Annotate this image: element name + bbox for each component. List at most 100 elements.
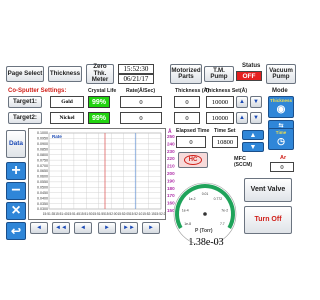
status-label: Status: [242, 63, 261, 69]
y-tick-label: 0.0900: [37, 142, 48, 146]
y-tick-label: 0.1000: [37, 131, 48, 135]
date-display: 06/21/17: [118, 74, 154, 84]
chart-next-button[interactable]: ►: [98, 222, 116, 234]
person-icon: ◉: [276, 104, 286, 115]
up-arrow-icon: ▲: [239, 99, 245, 105]
target1-crystal-life: 99%: [88, 96, 110, 108]
thickness-button[interactable]: Thickness: [48, 66, 82, 82]
up-arrow-icon: ▲: [249, 131, 257, 139]
y-tick-label: 0.0850: [37, 147, 48, 151]
thickness-set-header: Thickness Set(Å): [205, 88, 248, 94]
time-set-label: Time Set: [214, 128, 236, 134]
elapsed-time-value: 0: [176, 136, 206, 148]
y-tick-label: 0.0950: [37, 137, 48, 141]
time-down-button[interactable]: ▼: [242, 142, 264, 152]
rate-chart[interactable]: 0.1000 0.0950 0.0900 0.0850 0.0800 0.0750 0.07…: [28, 128, 166, 220]
time-set-value[interactable]: 10800: [212, 136, 238, 148]
chart-ff-button[interactable]: ►►: [120, 222, 138, 234]
next-icon: ►: [104, 225, 110, 231]
rewind-icon: ◄◄: [55, 225, 67, 231]
minus-icon: −: [11, 182, 21, 199]
x-tick-label: 15:51:40: [55, 212, 68, 216]
zoom-in-button[interactable]: +: [6, 162, 26, 180]
elapsed-time-label: Elapsed Time: [176, 128, 210, 134]
target2-material: Nickel: [50, 112, 84, 124]
fast-forward-icon: ►►: [123, 225, 135, 231]
pump-status-badge: OFF: [236, 71, 262, 81]
y-tick-label: 0.0800: [37, 153, 48, 157]
tm-pump-button[interactable]: T.M. Pump: [204, 66, 234, 82]
x-tick-label: 15:52:05: [117, 212, 130, 216]
chart-first-button[interactable]: ◄: [30, 222, 48, 234]
vacuum-pump-button[interactable]: Vacuum Pump: [266, 64, 296, 84]
x-tick-label: 15:52:20: [155, 212, 165, 216]
time-mode-button[interactable]: Time ◷: [268, 128, 294, 150]
up-arrow-icon: ▲: [239, 115, 245, 121]
y-tick-label: 0.0600: [37, 175, 48, 179]
first-icon: ◄: [36, 225, 42, 231]
chart-last-button[interactable]: ►: [142, 222, 160, 234]
gauge-tick-label: 1e-4: [182, 209, 189, 213]
time-up-button[interactable]: ▲: [242, 130, 264, 140]
ar-flow-value[interactable]: 0: [270, 162, 294, 172]
gauge-tick-label: 0.01: [202, 192, 209, 196]
chart-svg: 0.1000 0.09500.09000.0850 0.08000.0750 0.07…: [37, 131, 165, 216]
target1-material: Gold: [50, 96, 84, 108]
motorized-parts-button[interactable]: Motorized Parts: [170, 64, 202, 84]
gauge-tick-label: 7e-2: [221, 209, 228, 213]
hc-label: HC: [183, 154, 203, 166]
down-arrow-icon: ▼: [253, 115, 259, 121]
x-tick-label: 15:51:55: [93, 212, 106, 216]
x-tick-label: 15:52:00: [105, 212, 118, 216]
target2-crystal-life: 99%: [88, 112, 110, 124]
target2-button[interactable]: Target2:: [8, 112, 42, 124]
clear-button[interactable]: ×: [6, 202, 26, 220]
target1-button[interactable]: Target1:: [8, 96, 42, 108]
y-tick-label: 0.0700: [37, 164, 48, 168]
y2-tick-label: 250: [167, 134, 175, 139]
y-tick-label: 0.0750: [37, 158, 48, 162]
target1-up-button[interactable]: ▲: [236, 96, 248, 108]
target1-thickness: 0: [174, 96, 200, 108]
hc-button[interactable]: HC: [178, 152, 208, 168]
zero-thk-meter-button[interactable]: Zero Thk. Meter: [86, 63, 114, 84]
gauge-tick-label: 1e-2: [189, 197, 196, 201]
target2-thickness-set[interactable]: 10000: [206, 112, 234, 124]
x-tick-label: 15:52:15: [142, 212, 155, 216]
x-tick-label: 15:51:35: [43, 212, 56, 216]
chart-prev-button[interactable]: ◄: [74, 222, 92, 234]
crystal-life-header: Crystal Life: [88, 88, 117, 94]
co-sputter-settings-title: Co-Sputter Settings:: [8, 88, 67, 94]
gauge-tick-label: 7.7: [220, 222, 225, 226]
page-select-button[interactable]: Page Select: [6, 66, 44, 82]
prev-icon: ◄: [80, 225, 86, 231]
target1-rate: 0: [120, 96, 162, 108]
mode-thickness-label: Thickness: [269, 98, 292, 103]
time-mode-label: Time: [275, 130, 287, 135]
y2-tick-label: 210: [167, 164, 175, 169]
target1-thickness-set[interactable]: 10000: [206, 96, 234, 108]
x-tick-label: 15:51:50: [80, 212, 93, 216]
target2-down-button[interactable]: ▼: [250, 112, 262, 124]
last-icon: ►: [148, 225, 154, 231]
turn-off-button[interactable]: Turn Off: [244, 206, 292, 234]
data-button[interactable]: Data: [6, 130, 26, 158]
down-arrow-icon: ▼: [249, 143, 257, 151]
zoom-out-button[interactable]: −: [6, 182, 26, 200]
y-tick-label: 0.0650: [37, 169, 48, 173]
mode-label: Mode: [272, 88, 288, 94]
chart-rewind-button[interactable]: ◄◄: [52, 222, 70, 234]
gauge-label: P (Torr): [195, 228, 213, 234]
y-tick-label: 0.0300: [37, 207, 48, 211]
ar-label: Ar: [280, 155, 287, 161]
target2-up-button[interactable]: ▲: [236, 112, 248, 124]
target2-rate: 0: [120, 112, 162, 124]
y-tick-label: 0.0450: [37, 191, 48, 195]
y-tick-label: 0.0500: [37, 185, 48, 189]
y2-tick-label: 240: [167, 141, 175, 146]
mode-thickness-button[interactable]: Thickness ◉: [268, 96, 294, 118]
vent-valve-button[interactable]: Vent Valve: [244, 178, 292, 202]
undo-button[interactable]: ↩: [6, 222, 26, 240]
target2-thickness: 0: [174, 112, 200, 124]
target1-down-button[interactable]: ▼: [250, 96, 262, 108]
